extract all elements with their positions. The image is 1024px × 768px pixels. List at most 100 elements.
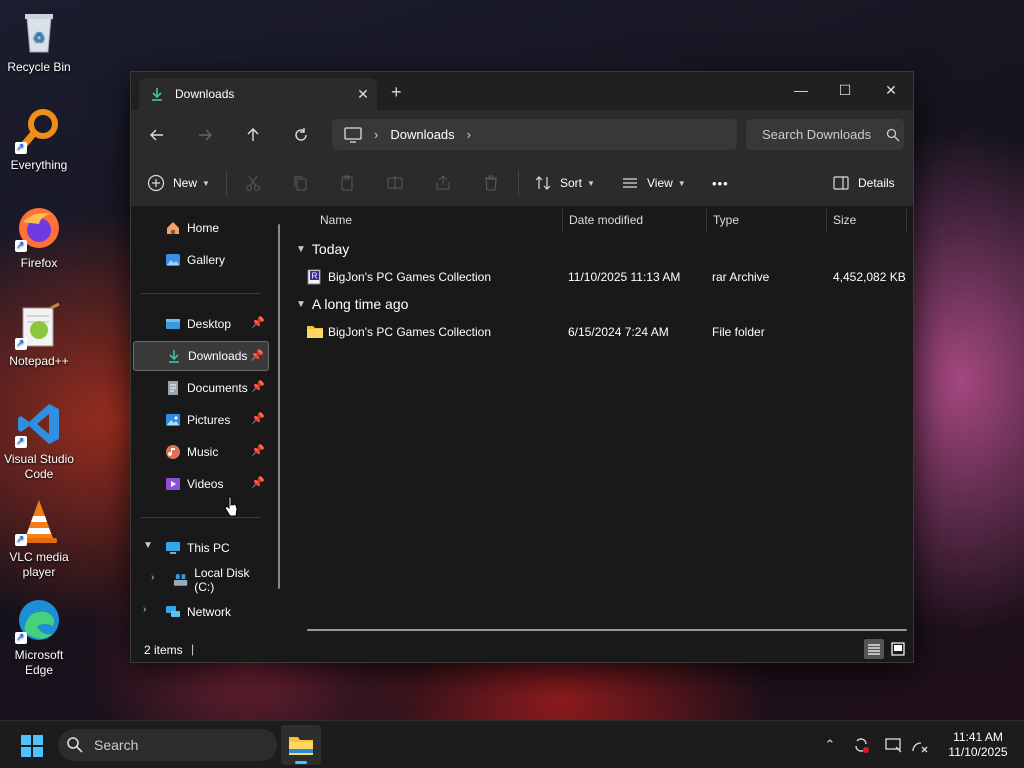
sidebar-item-downloads[interactable]: Downloads 📌	[133, 341, 269, 371]
arrow-up-icon	[247, 128, 259, 141]
sync-alert-icon	[855, 738, 869, 753]
new-label: New	[173, 176, 198, 190]
table-row[interactable]: BigJon's PC Games Collection 6/15/2024 7…	[307, 322, 907, 344]
desktop-icon-notepadpp[interactable]: Notepad++	[2, 302, 76, 369]
sidebar-item-home[interactable]: Home	[133, 213, 269, 243]
up-button[interactable]	[239, 122, 267, 148]
monitor-icon	[885, 738, 902, 753]
new-button[interactable]: New ▼	[147, 170, 210, 196]
sidebar-item-desktop[interactable]: Desktop 📌	[133, 309, 269, 339]
rename-button[interactable]	[386, 170, 404, 196]
file-explorer-window: Downloads ✕ + — ☐ ✕ › Downloads › Search…	[130, 71, 914, 663]
new-tab-button[interactable]: +	[391, 82, 402, 103]
chevron-down-icon: ▼	[587, 178, 595, 188]
forward-button[interactable]	[191, 122, 219, 148]
group-header-today-label[interactable]: ▼ Today	[296, 241, 350, 257]
sidebar-item-videos[interactable]: Videos 📌	[133, 469, 269, 499]
view-button[interactable]: View ▼	[621, 170, 686, 196]
tab-downloads[interactable]: Downloads ✕	[139, 78, 377, 110]
desktop-icon-vscode[interactable]: Visual Studio Code	[2, 400, 76, 482]
address-bar[interactable]: › Downloads ›	[332, 119, 737, 150]
sort-button[interactable]: Sort ▼	[534, 170, 595, 196]
search-input[interactable]	[760, 126, 884, 143]
maximize-button[interactable]: ☐	[822, 76, 868, 104]
view-label: View	[647, 176, 673, 190]
column-header-type[interactable]: Type	[713, 213, 739, 227]
system-clock[interactable]: 11:41 AM 11/10/2025	[938, 730, 1018, 760]
sidebar-item-network[interactable]: › Network	[133, 597, 269, 627]
sidebar-item-label: Music	[187, 445, 219, 459]
navigation-bar: › Downloads ›	[131, 110, 913, 160]
share-button[interactable]	[434, 170, 452, 196]
tab-close-button[interactable]: ✕	[349, 86, 377, 103]
network-disconnected-icon[interactable]	[910, 735, 930, 755]
home-icon	[167, 222, 179, 234]
arrow-left-icon	[150, 129, 163, 141]
search-box[interactable]	[746, 119, 904, 150]
details-view-button[interactable]	[864, 639, 884, 659]
sidebar-item-pictures[interactable]: Pictures 📌	[133, 405, 269, 435]
column-divider[interactable]	[826, 209, 827, 233]
text-caret: |	[191, 642, 195, 656]
delete-button[interactable]	[482, 170, 500, 196]
file-type: File folder	[712, 325, 765, 339]
taskbar-file-explorer[interactable]	[281, 725, 321, 765]
sidebar-item-gallery[interactable]: Gallery	[133, 245, 269, 275]
chevron-up-icon[interactable]: ⌃	[820, 735, 840, 755]
copy-button[interactable]	[291, 170, 309, 196]
group-title: Today	[311, 241, 350, 257]
sidebar-divider	[141, 517, 261, 518]
desktop-icon-firefox[interactable]: Firefox	[2, 204, 76, 271]
chevron-right-icon[interactable]: ›	[467, 127, 471, 142]
desktop-icon-recycle-bin[interactable]: ♻ Recycle Bin	[2, 8, 76, 75]
download-icon	[169, 350, 179, 363]
display-icon[interactable]	[884, 735, 904, 755]
sidebar-item-label: Videos	[187, 477, 224, 491]
refresh-button[interactable]	[287, 122, 315, 148]
details-view-icon	[868, 644, 880, 655]
breadcrumb-downloads[interactable]: Downloads	[390, 127, 454, 142]
desktop-icon-everything[interactable]: Everything	[2, 106, 76, 173]
sync-icon[interactable]	[851, 735, 871, 755]
details-button[interactable]: Details	[832, 170, 895, 196]
paste-button[interactable]	[338, 170, 356, 196]
drive-icon	[173, 574, 188, 586]
column-header-name[interactable]: Name	[320, 213, 352, 227]
this-pc-icon	[166, 542, 180, 554]
desktop-icon-vlc[interactable]: VLC media player	[2, 498, 76, 580]
table-row[interactable]: R BigJon's PC Games Collection 11/10/202…	[307, 267, 907, 289]
sidebar-item-this-pc[interactable]: ▼ This PC	[133, 533, 269, 563]
desktop-icon-edge[interactable]: Microsoft Edge	[2, 596, 76, 678]
windows-start-icon[interactable]	[20, 734, 44, 758]
cut-button[interactable]	[244, 170, 262, 196]
copy-icon	[294, 176, 307, 191]
taskbar-search[interactable]: Search	[58, 729, 277, 761]
tiles-view-button[interactable]	[888, 639, 908, 659]
more-options-button[interactable]: •••	[712, 170, 729, 196]
column-divider[interactable]	[706, 209, 707, 233]
title-bar: Downloads ✕ + — ☐ ✕	[131, 72, 913, 110]
chevron-right-icon[interactable]: ›	[151, 572, 154, 583]
pin-icon: 📌	[251, 445, 265, 457]
group-header-long-ago[interactable]: ▼ A long time ago	[296, 296, 408, 312]
share-icon	[436, 175, 450, 190]
sidebar-item-local-disk[interactable]: › Local Disk (C:)	[133, 565, 269, 595]
chevron-right-icon[interactable]: ›	[143, 604, 146, 615]
column-header-date-modified[interactable]: Date modified	[569, 213, 643, 227]
sidebar-item-music[interactable]: Music 📌	[133, 437, 269, 467]
minimize-button[interactable]: —	[778, 76, 824, 104]
file-explorer-icon	[289, 737, 313, 755]
download-icon	[152, 88, 162, 101]
clock-time: 11:41 AM	[953, 730, 1003, 744]
edge-icon	[15, 596, 63, 645]
column-header-size[interactable]: Size	[833, 213, 856, 227]
sidebar-item-documents[interactable]: Documents 📌	[133, 373, 269, 403]
chevron-down-icon[interactable]: ▼	[143, 540, 153, 551]
column-divider[interactable]	[562, 209, 563, 233]
close-button[interactable]: ✕	[868, 76, 914, 104]
monitor-icon	[344, 126, 362, 143]
column-divider[interactable]	[906, 209, 907, 233]
sidebar-scrollbar[interactable]	[278, 224, 280, 589]
horizontal-scrollbar[interactable]	[307, 629, 907, 631]
back-button[interactable]	[143, 122, 171, 148]
